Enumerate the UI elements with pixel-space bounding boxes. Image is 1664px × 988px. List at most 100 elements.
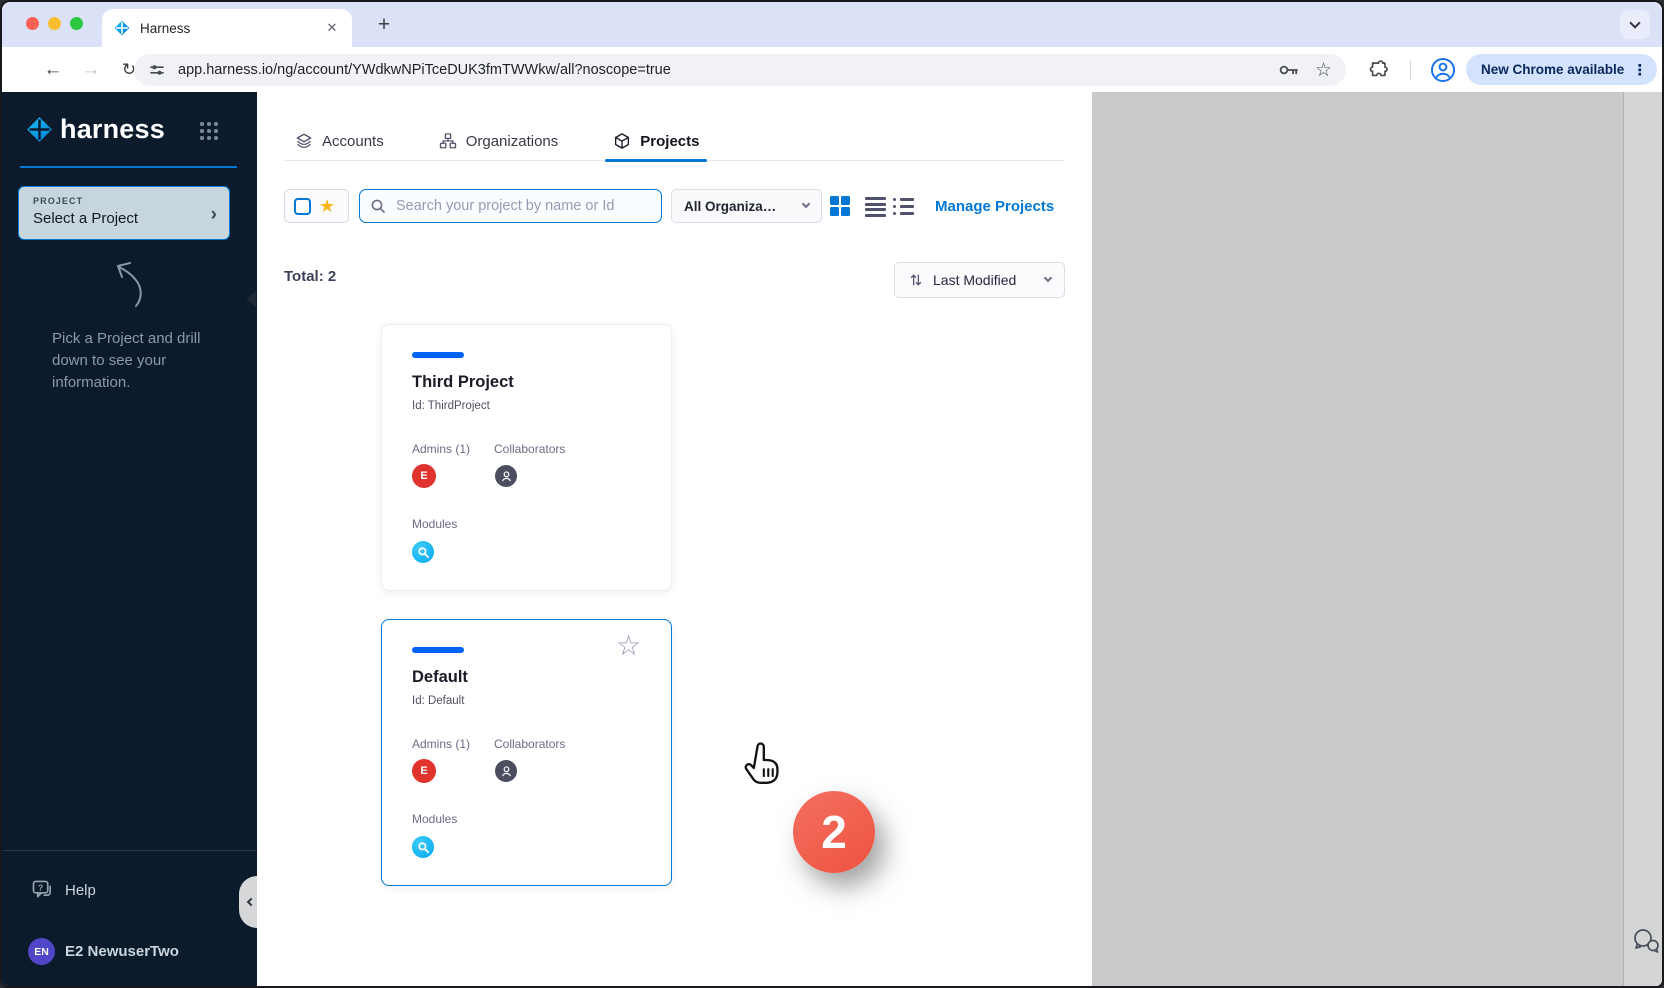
profile-icon[interactable]	[1430, 57, 1456, 83]
chevron-down-icon	[1044, 274, 1052, 282]
app-content: harness PROJECT Select a Project Pick a …	[2, 92, 1662, 986]
chevron-right-icon	[211, 204, 217, 226]
sort-dropdown[interactable]: Last Modified	[894, 262, 1065, 298]
admins-label: Admins (1)	[412, 442, 470, 456]
tab-strip: Harness	[2, 2, 1662, 47]
cube-icon	[613, 132, 631, 150]
forward-button[interactable]	[74, 47, 108, 92]
more-menu-icon[interactable]	[1632, 61, 1647, 79]
person-icon	[500, 470, 513, 483]
project-color-bar	[412, 647, 464, 653]
toolbar-divider	[1410, 60, 1411, 80]
admin-avatar[interactable]: E	[412, 464, 436, 488]
harness-favicon-icon	[114, 20, 130, 36]
new-tab-button[interactable]	[370, 11, 398, 39]
grid-view-button[interactable]	[830, 196, 850, 216]
pointer-marker	[246, 291, 256, 307]
search-input[interactable]	[394, 197, 651, 215]
apps-grid-icon[interactable]	[200, 122, 218, 140]
password-key-icon[interactable]	[1277, 58, 1301, 82]
sidebar: harness PROJECT Select a Project Pick a …	[2, 92, 257, 986]
tab-projects[interactable]: Projects	[613, 122, 699, 160]
project-id: Id: ThirdProject	[412, 400, 490, 412]
feedback-chat-icon[interactable]	[1631, 927, 1661, 955]
projects-panel: Accounts Organizations	[257, 92, 1092, 986]
url-text[interactable]: app.harness.io/ng/account/YWdkwNPiTceDUK…	[178, 62, 1277, 78]
sort-value: Last Modified	[933, 272, 1036, 288]
project-search[interactable]	[359, 189, 662, 223]
favorite-star-icon	[319, 197, 335, 215]
site-settings-icon[interactable]	[148, 61, 166, 79]
collaborators-label: Collaborators	[494, 442, 565, 456]
project-card-default[interactable]: Default Id: Default Admins (1) Collabora…	[381, 619, 672, 886]
new-chrome-label: New Chrome available	[1481, 62, 1624, 77]
project-card-third-project[interactable]: Third Project Id: ThirdProject Admins (1…	[381, 324, 672, 591]
organization-filter-value: All Organiza…	[684, 199, 803, 214]
traffic-close-button[interactable]	[26, 17, 39, 30]
traffic-minimize-button[interactable]	[48, 17, 61, 30]
manage-projects-link[interactable]: Manage Projects	[935, 189, 1054, 223]
org-chart-icon	[439, 132, 457, 150]
chevron-down-icon	[802, 200, 810, 208]
project-selector-label: PROJECT	[33, 196, 215, 206]
search-icon	[370, 198, 386, 214]
favorites-checkbox[interactable]	[294, 198, 311, 215]
pointer-cursor-icon	[739, 740, 787, 790]
arrow-doodle-icon	[96, 258, 146, 310]
tab-search-button[interactable]	[1620, 10, 1650, 39]
project-selector-value: Select a Project	[33, 210, 215, 227]
browser-window: Harness app.harness.io/ng/account/YWdkwN…	[0, 0, 1664, 988]
project-color-bar	[412, 352, 464, 358]
magnifier-icon	[417, 546, 430, 559]
back-button[interactable]	[36, 47, 70, 92]
collaborator-avatar[interactable]	[495, 760, 517, 782]
tab-accounts[interactable]: Accounts	[295, 122, 384, 160]
sort-icon	[908, 272, 924, 288]
empty-demo-area	[1092, 92, 1623, 986]
tab-accounts-label: Accounts	[322, 133, 384, 150]
demo-side-rail	[1623, 92, 1662, 986]
chevron-down-icon	[1629, 17, 1640, 28]
address-bar[interactable]: app.harness.io/ng/account/YWdkwNPiTceDUK…	[134, 54, 1346, 86]
favorites-filter[interactable]	[284, 189, 349, 223]
project-selector[interactable]: PROJECT Select a Project	[18, 186, 230, 240]
modules-label: Modules	[412, 812, 457, 826]
tab-title: Harness	[140, 21, 324, 36]
row-view-button[interactable]	[865, 197, 886, 217]
help-button[interactable]: ? Help	[32, 880, 96, 900]
tab-organizations[interactable]: Organizations	[439, 122, 559, 160]
admin-avatar[interactable]: E	[412, 759, 436, 783]
collaborators-label: Collaborators	[494, 737, 565, 751]
new-chrome-button[interactable]: New Chrome available	[1466, 54, 1657, 85]
organization-filter-dropdown[interactable]: All Organiza…	[671, 189, 822, 223]
module-icon[interactable]	[412, 541, 434, 563]
modules-label: Modules	[412, 517, 457, 531]
magnifier-icon	[417, 841, 430, 854]
logo-wordmark: harness	[60, 114, 165, 145]
project-name: Default	[412, 668, 468, 687]
tab-close-icon[interactable]	[324, 20, 340, 36]
help-icon: ?	[32, 880, 54, 900]
sidebar-collapse-handle[interactable]	[239, 876, 257, 928]
sidebar-hint-text: Pick a Project and drill down to see you…	[52, 328, 204, 394]
extensions-icon[interactable]	[1368, 59, 1390, 81]
collaborator-avatar[interactable]	[495, 465, 517, 487]
layers-icon	[295, 132, 313, 150]
module-icon[interactable]	[412, 836, 434, 858]
list-view-button[interactable]	[893, 198, 914, 215]
chevron-left-icon	[247, 898, 255, 906]
bookmark-star-icon[interactable]: ☆	[1315, 61, 1332, 80]
user-avatar: EN	[28, 938, 55, 965]
user-menu[interactable]: EN E2 NewuserTwo	[28, 938, 179, 965]
browser-tab[interactable]: Harness	[102, 9, 352, 47]
harness-logo-icon	[26, 116, 53, 143]
total-count: Total: 2	[284, 268, 336, 285]
project-name: Third Project	[412, 373, 514, 392]
favorite-toggle-icon[interactable]	[616, 632, 641, 660]
tab-projects-label: Projects	[640, 133, 699, 150]
person-icon	[500, 765, 513, 778]
browser-toolbar: app.harness.io/ng/account/YWdkwNPiTceDUK…	[2, 47, 1662, 92]
traffic-maximize-button[interactable]	[70, 17, 83, 30]
step-badge: 2	[793, 791, 875, 873]
user-name: E2 NewuserTwo	[65, 943, 179, 960]
